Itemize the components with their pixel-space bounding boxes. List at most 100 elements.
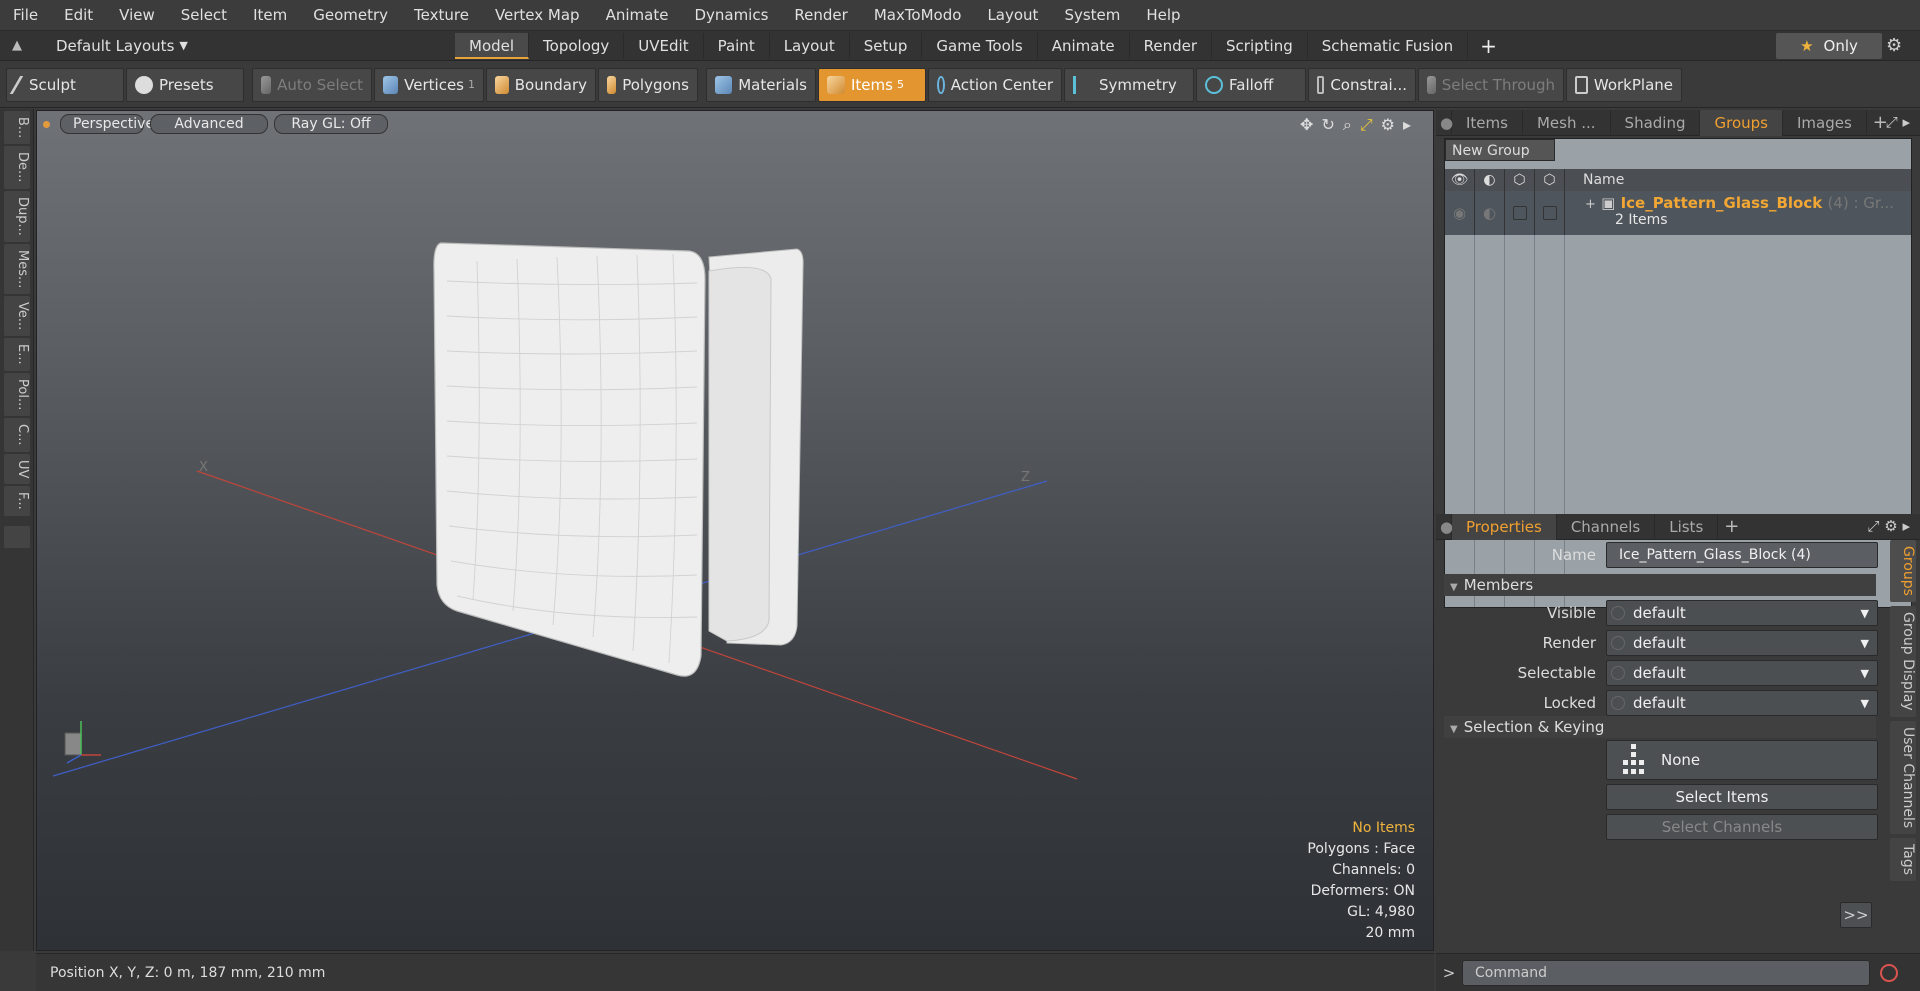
visibility-eye-icon[interactable]: 👁 xyxy=(1445,169,1475,191)
advanced-dropdown[interactable]: Advanced xyxy=(150,114,268,134)
menu-layout[interactable]: Layout xyxy=(974,0,1051,31)
left-tab-edge[interactable]: E... xyxy=(4,338,30,371)
side-tab-groups[interactable]: Groups xyxy=(1890,540,1916,602)
tab-setup[interactable]: Setup xyxy=(850,32,923,59)
tab-render[interactable]: Render xyxy=(1130,32,1213,59)
tab-images[interactable]: Images xyxy=(1783,109,1867,136)
menu-geometry[interactable]: Geometry xyxy=(300,0,401,31)
only-button[interactable]: ★ Only xyxy=(1776,33,1882,59)
left-tab-fusion[interactable]: F... xyxy=(4,486,30,516)
tab-animate[interactable]: Animate xyxy=(1038,32,1130,59)
select-items-button[interactable]: Select Items xyxy=(1606,784,1878,810)
move-view-icon[interactable]: ✥ xyxy=(1300,115,1313,135)
new-group-button[interactable]: New Group xyxy=(1445,139,1555,161)
3d-viewport[interactable]: X Z Perspective Advanced Ray GL: Off ✥ ↻… xyxy=(36,110,1434,951)
fit-view-icon[interactable]: ⤢ xyxy=(1360,115,1373,135)
gear-icon[interactable]: ⚙ xyxy=(1886,35,1902,56)
expand-plus-icon[interactable]: + xyxy=(1585,197,1596,212)
tab-topology[interactable]: Topology xyxy=(529,32,625,59)
tab-paint[interactable]: Paint xyxy=(704,32,770,59)
menu-system[interactable]: System xyxy=(1051,0,1133,31)
panel-dot-icon[interactable]: ● xyxy=(1436,109,1453,136)
render-icon[interactable]: ◐ xyxy=(1475,169,1505,191)
constraints-button[interactable]: Constrai... xyxy=(1308,67,1416,102)
name-field[interactable]: Ice_Pattern_Glass_Block (4) xyxy=(1606,542,1878,568)
left-tab-mesh[interactable]: Mes... xyxy=(4,243,30,295)
tab-properties[interactable]: Properties xyxy=(1452,513,1557,540)
left-tab-deform[interactable]: De... xyxy=(4,146,30,189)
left-tab-duplicate[interactable]: Dup... xyxy=(4,190,30,242)
menu-maxtomodo[interactable]: MaxToModo xyxy=(861,0,975,31)
rotate-view-icon[interactable]: ↻ xyxy=(1321,115,1334,135)
menu-view[interactable]: View xyxy=(106,0,168,31)
select-channels-button[interactable]: Select Channels xyxy=(1606,814,1878,840)
tab-model[interactable]: Model xyxy=(455,32,530,59)
perspective-dropdown[interactable]: Perspective xyxy=(60,114,154,134)
presets-button[interactable]: Presets xyxy=(126,67,244,102)
action-center-button[interactable]: Action Center xyxy=(928,67,1062,102)
row-select-checkbox[interactable] xyxy=(1505,191,1535,235)
side-tab-user-channels[interactable]: User Channels xyxy=(1890,720,1916,834)
tab-schematic-fusion[interactable]: Schematic Fusion xyxy=(1308,32,1469,59)
left-tab-curve[interactable]: C... xyxy=(4,418,30,452)
locked-dropdown[interactable]: default ▼ xyxy=(1606,690,1878,716)
left-tab-vertex[interactable]: Ve... xyxy=(4,296,30,337)
tab-channels[interactable]: Channels xyxy=(1557,513,1656,540)
selectable-dropdown[interactable]: default ▼ xyxy=(1606,660,1878,686)
menu-render[interactable]: Render xyxy=(781,0,860,31)
collapse-up-icon[interactable]: ▲ xyxy=(12,38,32,53)
materials-button[interactable]: Materials xyxy=(706,67,816,102)
selection-keying-section[interactable]: ▼ Selection & Keying xyxy=(1444,716,1876,738)
props-dot-icon[interactable]: ● xyxy=(1436,513,1453,540)
menu-vertex-map[interactable]: Vertex Map xyxy=(482,0,593,31)
tab-groups[interactable]: Groups xyxy=(1700,109,1783,136)
command-input[interactable]: Command xyxy=(1462,959,1870,986)
expand-more-button[interactable]: >> xyxy=(1840,902,1872,928)
record-macro-icon[interactable] xyxy=(1880,963,1898,982)
falloff-button[interactable]: Falloff xyxy=(1196,67,1306,102)
tab-layout[interactable]: Layout xyxy=(770,32,850,59)
add-tab-icon[interactable]: + xyxy=(1468,34,1509,58)
tab-game-tools[interactable]: Game Tools xyxy=(922,32,1038,59)
raygl-dropdown[interactable]: Ray GL: Off xyxy=(274,114,388,134)
row-render-icon[interactable]: ◐ xyxy=(1475,191,1505,235)
none-selection-button[interactable]: None xyxy=(1606,740,1878,780)
visible-dropdown[interactable]: default ▼ xyxy=(1606,600,1878,626)
symmetry-button[interactable]: Symmetry xyxy=(1064,67,1194,102)
sculpt-button[interactable]: Sculpt xyxy=(6,67,124,102)
lock-cube-icon[interactable]: ⬡ xyxy=(1535,169,1565,191)
zoom-view-icon[interactable]: ⌕ xyxy=(1343,115,1352,135)
render-dropdown[interactable]: default ▼ xyxy=(1606,630,1878,656)
items-button[interactable]: Items 5 xyxy=(818,67,926,102)
tab-mesh[interactable]: Mesh ... xyxy=(1523,109,1611,136)
expand-arrow-icon[interactable]: ▸ xyxy=(1403,115,1411,135)
side-tab-group-display[interactable]: Group Display xyxy=(1890,605,1916,717)
viewport-menu-dot[interactable] xyxy=(43,120,50,128)
left-tab-polygon[interactable]: Pol... xyxy=(4,372,30,417)
polygons-button[interactable]: Polygons xyxy=(598,67,698,102)
menu-edit[interactable]: Edit xyxy=(51,0,106,31)
add-props-tab-icon[interactable]: + xyxy=(1724,516,1739,537)
tab-items[interactable]: Items xyxy=(1452,109,1523,136)
left-tab-basic[interactable]: B... xyxy=(4,111,30,145)
side-tab-tags[interactable]: Tags xyxy=(1890,837,1916,881)
menu-file[interactable]: File xyxy=(0,0,51,31)
menu-select[interactable]: Select xyxy=(168,0,240,31)
row-eye-icon[interactable]: ◉ xyxy=(1445,191,1475,235)
tab-lists[interactable]: Lists xyxy=(1655,513,1719,540)
boundary-button[interactable]: Boundary xyxy=(486,67,596,102)
menu-animate[interactable]: Animate xyxy=(593,0,682,31)
select-cube-icon[interactable]: ⬡ xyxy=(1505,169,1535,191)
row-lock-checkbox[interactable] xyxy=(1535,191,1565,235)
group-title[interactable]: + ▣ Ice_Pattern_Glass_Block (4) : Gr... xyxy=(1585,194,1894,212)
menu-item[interactable]: Item xyxy=(240,0,300,31)
panel-expand-icon[interactable]: ⤢ ▸ xyxy=(1886,113,1910,131)
group-row[interactable]: ◉ ◐ + ▣ Ice_Pattern_Glass_Block (4) : Gr… xyxy=(1445,191,1911,235)
tab-scripting[interactable]: Scripting xyxy=(1212,32,1308,59)
menu-texture[interactable]: Texture xyxy=(401,0,482,31)
layouts-dropdown[interactable]: ▲ Default Layouts ▼ xyxy=(0,31,455,61)
vertices-button[interactable]: Vertices 1 xyxy=(374,67,484,102)
tab-uvedit[interactable]: UVEdit xyxy=(624,32,704,59)
menu-dynamics[interactable]: Dynamics xyxy=(681,0,781,31)
workplane-button[interactable]: WorkPlane xyxy=(1566,67,1682,102)
